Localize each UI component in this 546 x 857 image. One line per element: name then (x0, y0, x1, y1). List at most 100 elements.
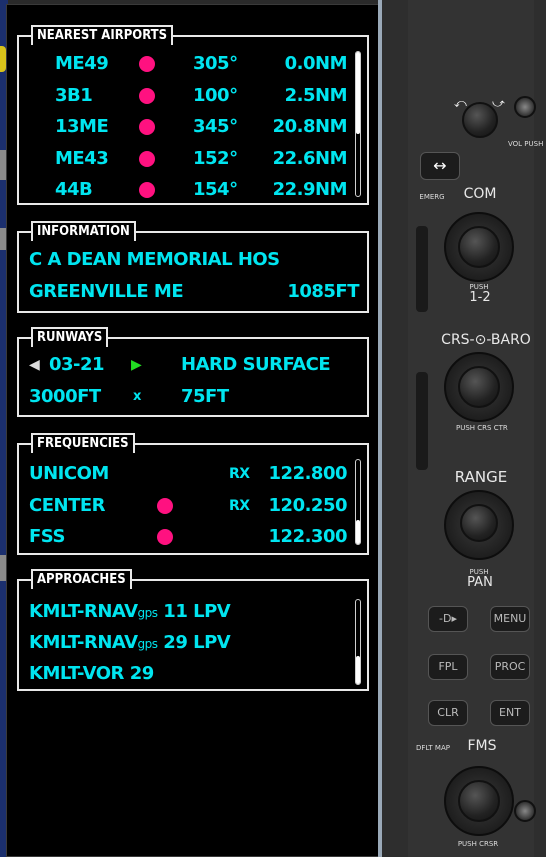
airport-dot-icon (139, 119, 155, 135)
approach-name: KMLT-RNAVgps 29 LPV (29, 628, 231, 659)
airport-distance: 2.5NM (284, 84, 348, 106)
fpl-button[interactable]: FPL (428, 654, 468, 680)
airport-bearing: 154° (193, 179, 238, 200)
vol-push-sq-label: VOL PUSH SQ (508, 140, 546, 148)
range-knob[interactable] (460, 504, 498, 542)
approach-base: KMLT-RNAV (29, 601, 138, 622)
com-inner-knob[interactable] (458, 226, 500, 268)
airport-identifier: ME49 (55, 53, 109, 74)
push-crsr-label: PUSH CRSR (457, 840, 499, 848)
airport-bearing: 345° (193, 116, 238, 137)
dflt-map-label: DFLT MAP (416, 744, 450, 752)
frequency-name: CENTER (29, 494, 106, 516)
runway-width: 75FT (181, 386, 229, 407)
frequency-row[interactable]: CENTER RX 120.250 (19, 491, 367, 521)
approaches-scrollbar[interactable] (355, 599, 361, 685)
airport-name: C A DEAN MEMORIAL HOS (29, 249, 280, 270)
frequencies-scrollbar[interactable] (355, 459, 361, 545)
runways-box: RUNWAYS ◀ 03-21 ▶ HARD SURFACE 3000FT x … (17, 327, 369, 417)
airport-row[interactable]: 13ME 345° 20.8NM (19, 112, 367, 142)
frequency-rx: RX (229, 497, 250, 514)
frequency-value: 122.300 (268, 526, 348, 547)
direct-to-button[interactable]: -D▸ (428, 606, 468, 632)
airport-distance: 0.0NM (284, 53, 348, 74)
menu-button[interactable]: MENU (490, 606, 530, 632)
frequency-value: 122.800 (268, 463, 348, 484)
approach-name: KMLT-VOR 29 (29, 659, 154, 689)
frequency-value: 120.250 (268, 494, 348, 516)
approach-suffix: 29 LPV (157, 632, 231, 653)
runway-size-row: 3000FT x 75FT (19, 382, 367, 412)
scrollbar-thumb[interactable] (356, 520, 360, 544)
com-swap-button[interactable]: ↔ (420, 152, 460, 180)
com-label: COM (463, 186, 497, 202)
airport-distance: 22.9NM (272, 179, 348, 200)
airport-row[interactable]: 3B1 100° 2.5NM (19, 81, 367, 111)
airport-dot-icon (139, 182, 155, 198)
frequency-name: FSS (29, 526, 65, 547)
approach-row[interactable]: KMLT-RNAVgps 29 LPV (19, 628, 367, 658)
airport-identifier: 3B1 (55, 84, 93, 106)
ent-button[interactable]: ENT (490, 700, 530, 726)
approach-name: KMLT-RNAVgps 11 LPV (29, 597, 231, 628)
runway-length: 3000FT (29, 386, 101, 407)
runways-title: RUNWAYS (31, 327, 109, 347)
proc-button[interactable]: PROC (490, 654, 530, 680)
information-title: INFORMATION (31, 221, 136, 241)
runway-by: x (133, 389, 141, 404)
frequency-dot-icon (157, 497, 173, 514)
approach-base: KMLT-VOR 29 (29, 663, 154, 684)
runway-designation[interactable]: 03-21 (49, 350, 105, 380)
airport-dot-icon (139, 87, 155, 104)
emerg-label: EMERG (419, 193, 445, 201)
knob-arrow-icon: ⤻ (492, 96, 505, 110)
runway-row: ◀ 03-21 ▶ HARD SURFACE (19, 350, 367, 380)
airport-distance: 22.6NM (272, 147, 348, 169)
airport-row[interactable]: 44B 154° 22.9NM (19, 175, 367, 205)
approach-row[interactable]: KMLT-VOR 29 (19, 659, 367, 689)
airport-identifier: ME43 (55, 147, 109, 169)
range-label: RANGE (454, 468, 508, 486)
scrollbar-thumb[interactable] (356, 52, 360, 134)
airport-bearing: 152° (193, 147, 238, 169)
runway-prev-arrow-icon[interactable]: ◀ (29, 350, 40, 380)
approach-sub: gps (137, 637, 159, 651)
frequency-dot-icon (157, 529, 173, 545)
bezel-slot (416, 226, 428, 312)
airport-dot-icon (139, 56, 155, 72)
airport-bearing: 100° (193, 84, 238, 106)
screw-icon (514, 800, 536, 822)
push-12-label: 1-2 (469, 290, 491, 305)
clr-button[interactable]: CLR (428, 700, 468, 726)
frequencies-title: FREQUENCIES (31, 433, 135, 453)
frequency-rx: RX (229, 466, 250, 482)
pan-label: PAN (467, 575, 493, 590)
frequencies-box: FREQUENCIES UNICOM RX 122.800 CENTER RX 120.2… (17, 433, 369, 555)
runway-next-arrow-icon[interactable]: ▶ (131, 350, 142, 380)
airport-identifier: 44B (55, 179, 93, 200)
airport-identifier: 13ME (55, 116, 109, 137)
info-city-row: GREENVILLE ME 1085FT (19, 277, 367, 307)
approach-row[interactable]: KMLT-RNAVgps 11 LPV (19, 597, 367, 627)
approaches-title: APPROACHES (31, 569, 132, 589)
frequency-row[interactable]: UNICOM RX 122.800 (19, 459, 367, 489)
crs-baro-label: CRS-⊙-BARO (441, 332, 531, 348)
airport-dot-icon (139, 150, 155, 167)
airport-row[interactable]: ME49 305° 0.0NM (19, 49, 367, 79)
approach-sub: gps (137, 606, 159, 620)
crs-baro-inner-knob[interactable] (458, 366, 500, 408)
nearest-airports-scrollbar[interactable] (355, 51, 361, 197)
scrollbar-thumb[interactable] (356, 656, 360, 684)
airport-city: GREENVILLE ME (29, 281, 184, 302)
information-box: INFORMATION C A DEAN MEMORIAL HOS GREENV… (17, 221, 369, 313)
fms-inner-knob[interactable] (458, 780, 500, 822)
frequency-row[interactable]: FSS 122.300 (19, 522, 367, 552)
knob-arrow-icon: ⤺ (454, 96, 467, 110)
airport-row[interactable]: ME43 152° 22.6NM (19, 144, 367, 174)
bezel-slot (416, 372, 428, 470)
airport-distance: 20.8NM (272, 116, 348, 137)
approach-base: KMLT-RNAV (29, 632, 138, 653)
fms-label: FMS (467, 738, 497, 754)
nearest-airports-box: NEAREST AIRPORTS ME49 305° 0.0NM 3B1 100° 2.5… (17, 25, 369, 205)
push-crs-ctr-label: PUSH CRS CTR (456, 424, 508, 432)
